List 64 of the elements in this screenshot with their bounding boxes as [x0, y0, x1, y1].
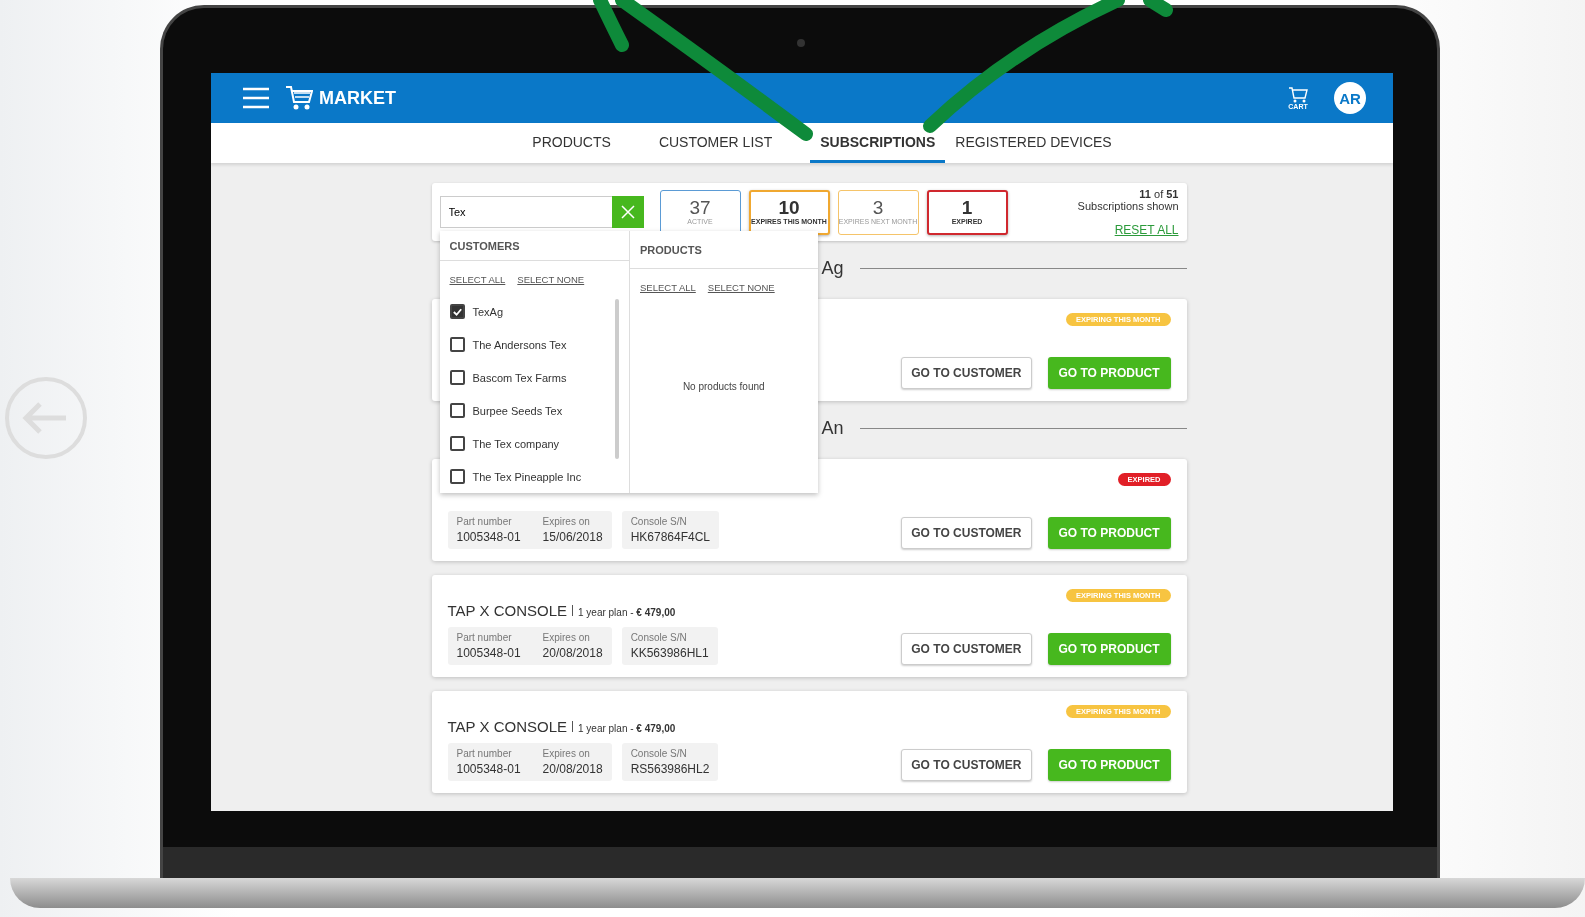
- nav-tab[interactable]: SUBSCRIPTIONS: [810, 123, 946, 163]
- plan-price: 1 year plan - € 479,00: [578, 723, 676, 734]
- field-value: 20/08/2018: [542, 762, 603, 776]
- select-none-link[interactable]: SELECT NONE: [707, 282, 775, 293]
- customer-option[interactable]: The Tex company: [472, 437, 560, 450]
- menu-icon[interactable]: [243, 87, 269, 109]
- customer-option[interactable]: TexAg: [472, 305, 504, 318]
- customer-option[interactable]: Burpee Seeds Tex: [472, 404, 563, 417]
- select-all-link[interactable]: SELECT ALL: [449, 274, 506, 285]
- field-value: 20/08/2018: [542, 646, 603, 660]
- field-label: Part number: [456, 748, 513, 759]
- nav-tab[interactable]: REGISTERED DEVICES: [945, 123, 1122, 163]
- empty-message: No products found: [682, 381, 765, 394]
- field-label: Part number: [456, 516, 513, 527]
- field-label: Console S/N: [630, 516, 688, 527]
- select-all-link[interactable]: SELECT ALL: [640, 282, 696, 293]
- checkbox[interactable]: [449, 403, 465, 418]
- checkbox[interactable]: [449, 370, 465, 385]
- reset-link[interactable]: RESET ALL: [1114, 222, 1179, 237]
- scrollbar[interactable]: [615, 299, 619, 459]
- checkbox[interactable]: [449, 469, 465, 484]
- search-field[interactable]: Tex: [439, 196, 612, 228]
- brand-name: MARKET: [319, 87, 396, 109]
- field-label: Expires on: [542, 516, 591, 527]
- customer-option[interactable]: The Andersons Tex: [472, 338, 567, 351]
- user-avatar[interactable]: AR: [1334, 82, 1366, 114]
- field-value: 15/06/2018: [542, 530, 603, 544]
- field-label: Console S/N: [630, 632, 688, 643]
- clear-button[interactable]: [611, 196, 644, 228]
- close-icon: [620, 205, 635, 219]
- column-heading: PRODUCTS: [630, 231, 818, 269]
- field-value: HK67864F4CL: [630, 530, 710, 544]
- product-title: TAP X CONSOLE: [447, 718, 567, 735]
- customer-option[interactable]: Bascom Tex Farms: [472, 371, 567, 384]
- section-heading: An: [821, 417, 844, 439]
- customer-button[interactable]: GO TO CUSTOMER: [901, 749, 1032, 781]
- camera-dot: [797, 39, 805, 47]
- checkbox[interactable]: [449, 436, 465, 451]
- product-title: TAP X CONSOLE: [447, 602, 567, 619]
- field-label: Expires on: [542, 632, 591, 643]
- customer-button[interactable]: GO TO CUSTOMER: [901, 357, 1032, 389]
- field-label: Part number: [456, 632, 513, 643]
- field-value: 1005348-01: [456, 530, 521, 544]
- checkbox[interactable]: [449, 337, 465, 352]
- cart-icon: [285, 85, 313, 111]
- field-value: 1005348-01: [456, 646, 521, 660]
- nav-tab[interactable]: CUSTOMER LIST: [648, 123, 783, 163]
- checkbox[interactable]: [449, 304, 465, 319]
- customer-button[interactable]: GO TO CUSTOMER: [901, 633, 1032, 665]
- field-label: Expires on: [542, 748, 591, 759]
- field-value: RS563986HL2: [630, 762, 710, 776]
- section-heading: Ag: [821, 257, 844, 279]
- field-value: KK563986HL1: [630, 646, 709, 660]
- field-value: 1005348-01: [456, 762, 521, 776]
- subscription-count: 11 of 51: [1139, 187, 1179, 200]
- subscription-caption: Subscriptions shown: [1077, 199, 1179, 212]
- field-label: Console S/N: [630, 748, 688, 759]
- customer-option[interactable]: The Tex Pineapple Inc: [472, 470, 582, 483]
- select-none-link[interactable]: SELECT NONE: [517, 274, 585, 285]
- nav-tab[interactable]: PRODUCTS: [522, 123, 621, 163]
- customer-button[interactable]: GO TO CUSTOMER: [901, 517, 1032, 549]
- plan-price: 1 year plan - € 479,00: [578, 607, 676, 618]
- column-heading: CUSTOMERS: [439, 231, 629, 261]
- cart-icon: [1288, 86, 1308, 103]
